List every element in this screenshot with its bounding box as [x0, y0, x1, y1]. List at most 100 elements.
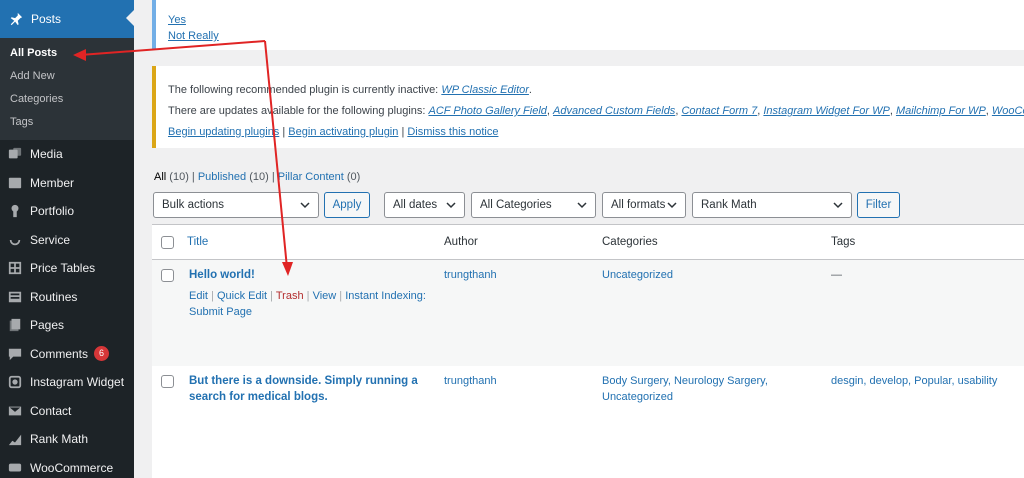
row-checkbox[interactable]: [161, 375, 174, 388]
sidebar-item-pages[interactable]: Pages: [0, 311, 134, 340]
yes-link[interactable]: Yes: [168, 12, 1024, 28]
instant-indexing-link[interactable]: Instant Indexing:: [345, 290, 426, 302]
submenu-all-posts[interactable]: All Posts: [0, 42, 134, 65]
filter-label: Published: [197, 171, 247, 183]
separator: |: [401, 126, 405, 138]
rank-math-icon: [7, 431, 23, 447]
notice-line-updates: There are updates available for the foll…: [168, 101, 1024, 122]
column-author: Author: [444, 236, 478, 248]
posts-table: Title Author Categories Tags Hello world…: [152, 224, 1024, 478]
wp-classic-editor-link[interactable]: WP Classic Editor: [441, 84, 529, 96]
sidebar-item-label: Media: [30, 147, 63, 162]
sidebar-item-label: Portfolio: [30, 204, 75, 219]
rank-math-select[interactable]: Rank Math: [692, 192, 852, 218]
category-link[interactable]: Body Surgery, Neurology Sargery,: [602, 375, 768, 387]
sidebar-item-instagram-widget[interactable]: Instagram Widget: [0, 368, 134, 397]
category-link[interactable]: Uncategorized: [602, 391, 673, 403]
notice-text: The following recommended plugin is curr…: [168, 84, 442, 96]
submit-page-link[interactable]: Submit Page: [189, 306, 252, 318]
chevron-down-icon: [300, 202, 310, 209]
main-content: Yes Not Really The following recommended…: [134, 0, 1024, 478]
sidebar-item-woocommerce[interactable]: WooCommerce: [0, 454, 134, 478]
feedback-notice: Yes Not Really: [152, 0, 1024, 50]
sidebar-item-media[interactable]: Media: [0, 140, 134, 169]
separator: |: [271, 171, 275, 183]
not-really-link[interactable]: Not Really: [168, 28, 1024, 44]
sidebar-item-member[interactable]: Member: [0, 169, 134, 198]
select-value: Bulk actions: [162, 199, 225, 211]
chevron-down-icon: [833, 202, 843, 209]
dates-select[interactable]: All dates: [384, 192, 465, 218]
post-title-link[interactable]: But there is a downside. Simply running …: [189, 375, 418, 403]
sidebar-item-label: Rank Math: [30, 432, 89, 447]
sidebar-item-price-tables[interactable]: Price Tables: [0, 254, 134, 283]
select-all-checkbox[interactable]: [161, 236, 174, 249]
instagram-icon: [7, 374, 23, 390]
sidebar-item-label: Contact: [30, 403, 72, 418]
filter-count: (10): [249, 171, 269, 183]
apply-button[interactable]: Apply: [324, 192, 370, 218]
author-link[interactable]: trungthanh: [444, 373, 497, 389]
sidebar-item-contact[interactable]: Contact: [0, 397, 134, 426]
plugin-link[interactable]: Contact Form 7: [681, 105, 757, 117]
plugin-link[interactable]: ACF Photo Gallery Field: [429, 105, 547, 117]
categories-cell: Body Surgery, Neurology Sargery, Uncateg…: [602, 373, 768, 405]
tags-empty: —: [831, 269, 842, 281]
tags-link[interactable]: desgin, develop, Popular, usability: [831, 373, 997, 389]
begin-activating-link[interactable]: Begin activating plugin: [288, 126, 398, 138]
column-categories: Categories: [602, 236, 658, 248]
filter-published[interactable]: Published (10): [198, 171, 269, 183]
separator: |: [191, 171, 195, 183]
categories-select[interactable]: All Categories: [471, 192, 596, 218]
member-icon: [7, 175, 23, 191]
plugin-link[interactable]: Advanced Custom Fields: [553, 105, 675, 117]
notice-line-inactive: The following recommended plugin is curr…: [168, 80, 1024, 101]
submenu-add-new[interactable]: Add New: [0, 65, 134, 88]
submenu-tags[interactable]: Tags: [0, 111, 134, 134]
category-link[interactable]: Uncategorized: [602, 267, 673, 283]
notice-text: .: [528, 84, 532, 96]
sidebar-item-service[interactable]: Service: [0, 226, 134, 255]
author-link[interactable]: trungthanh: [444, 267, 497, 283]
sidebar-item-label: Comments: [30, 346, 89, 361]
routines-icon: [7, 289, 23, 305]
sidebar-item-portfolio[interactable]: Portfolio: [0, 197, 134, 226]
woocommerce-icon: [7, 460, 23, 476]
bulk-actions-select[interactable]: Bulk actions: [153, 192, 319, 218]
column-title[interactable]: Title: [187, 236, 208, 248]
plugin-link[interactable]: WooCom: [992, 105, 1024, 117]
submenu-categories[interactable]: Categories: [0, 88, 134, 111]
dismiss-notice-link[interactable]: Dismiss this notice: [407, 126, 498, 138]
filter-pillar-content[interactable]: Pillar Content (0): [278, 171, 361, 183]
edit-link[interactable]: Edit: [189, 290, 208, 302]
table-row: Hello world! Edit | Quick Edit | Trash |…: [152, 260, 1024, 366]
sidebar-item-label: Service: [30, 232, 71, 247]
quick-edit-link[interactable]: Quick Edit: [217, 290, 267, 302]
begin-updating-link[interactable]: Begin updating plugins: [168, 126, 279, 138]
chevron-down-icon: [577, 202, 587, 209]
sidebar-item-routines[interactable]: Routines: [0, 283, 134, 312]
plugin-link[interactable]: Mailchimp For WP: [896, 105, 986, 117]
select-value: Rank Math: [701, 199, 757, 211]
sidebar-item-label: Member: [30, 175, 75, 190]
sidebar-item-label: Pages: [30, 318, 65, 333]
comments-icon: [7, 346, 23, 362]
admin-sidebar: Posts All Posts Add New Categories Tags …: [0, 0, 134, 478]
title-line: But there is a downside. Simply running …: [189, 375, 418, 387]
post-title-link[interactable]: Hello world!: [189, 269, 255, 281]
formats-select[interactable]: All formats: [602, 192, 686, 218]
filter-button[interactable]: Filter: [857, 192, 900, 218]
separator: |: [282, 126, 286, 138]
filter-all[interactable]: All (10): [154, 171, 189, 183]
sidebar-item-comments[interactable]: Comments 6: [0, 340, 134, 369]
plugin-link[interactable]: Instagram Widget For WP: [763, 105, 889, 117]
trash-link[interactable]: Trash: [276, 290, 304, 302]
plugin-notice: The following recommended plugin is curr…: [152, 66, 1024, 148]
sidebar-item-posts[interactable]: Posts: [0, 0, 134, 38]
sidebar-item-label: Routines: [30, 289, 78, 304]
view-link[interactable]: View: [313, 290, 337, 302]
filter-count: (0): [346, 171, 361, 183]
title-line: search for medical blogs.: [189, 391, 328, 403]
row-checkbox[interactable]: [161, 269, 174, 282]
sidebar-item-rank-math[interactable]: Rank Math: [0, 425, 134, 454]
